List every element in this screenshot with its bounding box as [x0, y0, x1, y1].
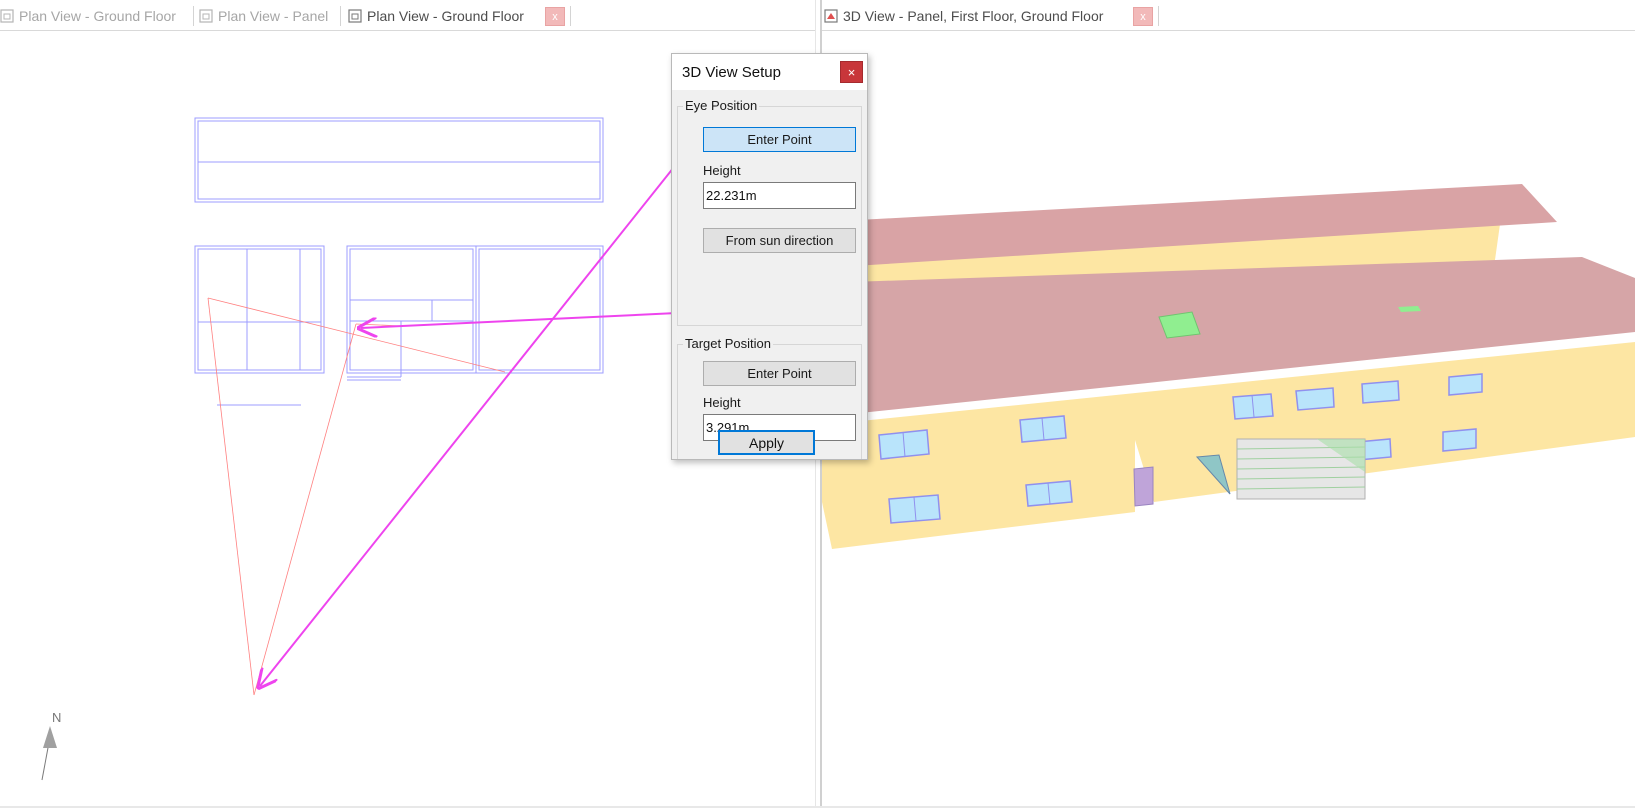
close-icon: ×: [847, 64, 856, 80]
skylight: [1398, 306, 1421, 312]
front-wall-lower: [822, 434, 1135, 549]
north-arrow-icon: [41, 726, 57, 781]
target-height-label: Height: [703, 395, 741, 410]
dialog-title: 3D View Setup: [682, 64, 781, 81]
eye-enter-point-button[interactable]: Enter Point: [703, 127, 856, 152]
tab-close-button[interactable]: x: [545, 7, 565, 26]
target-position-arrow: [361, 311, 699, 328]
tab-separator: [570, 6, 571, 26]
door: [1133, 466, 1154, 507]
plan-view-icon: [348, 9, 362, 23]
plan-wall-outline: [349, 248, 474, 371]
skylight: [1158, 311, 1201, 339]
window: [1361, 380, 1400, 404]
plan-wall-outline: [478, 248, 601, 371]
3d-view-setup-dialog: 3D View Setup × Eye Position Enter Point…: [671, 53, 868, 460]
plan-wall-outline: [197, 248, 322, 371]
3d-view-canvas[interactable]: [822, 32, 1635, 808]
tab-3d-view[interactable]: 3D View - Panel, First Floor, Ground Flo…: [824, 4, 1103, 28]
target-position-label: Target Position: [683, 336, 773, 351]
eye-position-group: Eye Position Enter Point Height From sun…: [677, 98, 862, 326]
3d-building-render: [822, 184, 1635, 549]
tab-separator: [340, 6, 341, 26]
tab-label: Plan View - Ground Floor: [367, 8, 524, 24]
dialog-titlebar[interactable]: 3D View Setup ×: [672, 54, 867, 90]
plan-view-icon: [0, 9, 14, 23]
tab-separator: [1158, 6, 1159, 26]
apply-button[interactable]: Apply: [718, 430, 815, 455]
tab-plan-view-panel[interactable]: Plan View - Panel: [199, 4, 328, 28]
eye-position-label: Eye Position: [683, 98, 760, 113]
plan-wall-outline: [197, 120, 601, 200]
dialog-close-button[interactable]: ×: [840, 61, 863, 83]
close-icon: x: [552, 10, 558, 23]
window: [1448, 373, 1483, 396]
close-icon: x: [1140, 10, 1146, 23]
plan-wall-outline: [194, 117, 604, 203]
tab-label: Plan View - Panel: [218, 8, 329, 24]
from-sun-direction-button[interactable]: From sun direction: [703, 228, 856, 253]
plan-wall-outline: [346, 245, 477, 374]
plan-view-icon: [199, 9, 213, 23]
view-cone-line: [207, 297, 506, 373]
3d-view-icon: [824, 9, 838, 23]
target-enter-point-button[interactable]: Enter Point: [703, 361, 856, 386]
window: [1442, 428, 1477, 452]
eye-height-input[interactable]: [703, 182, 856, 209]
3d-view-tabstrip: 3D View - Panel, First Floor, Ground Flo…: [821, 0, 1635, 31]
tab-separator: [193, 6, 194, 26]
north-label: N: [52, 710, 61, 725]
tab-label: Plan View - Ground Floor: [19, 8, 176, 24]
window: [1295, 387, 1335, 411]
eye-position-arrow: [260, 141, 695, 686]
tab-close-button[interactable]: x: [1133, 7, 1153, 26]
eye-height-label: Height: [703, 163, 741, 178]
tab-plan-view-ground-floor-1[interactable]: Plan View - Ground Floor: [0, 4, 176, 28]
tab-label: 3D View - Panel, First Floor, Ground Flo…: [843, 8, 1104, 24]
view-cone-line: [253, 323, 357, 696]
plan-wall-outline: [475, 245, 604, 374]
tab-plan-view-ground-floor-2[interactable]: Plan View - Ground Floor: [348, 4, 524, 28]
plan-view-tabstrip: Plan View - Ground Floor Plan View - Pan…: [0, 0, 815, 31]
